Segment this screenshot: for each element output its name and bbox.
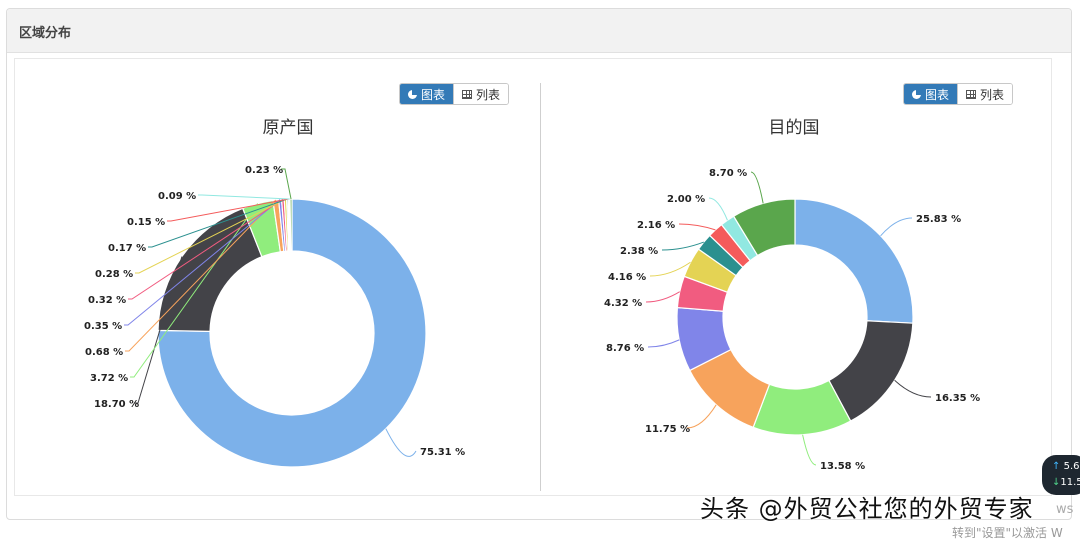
slice-data-label: 0.32 % — [88, 295, 126, 306]
slice-data-label: 8.70 % — [709, 168, 747, 179]
slice-data-label: 75.31 % — [420, 447, 465, 458]
slice-data-label: 0.23 % — [245, 165, 283, 176]
stock-widget[interactable]: ↑ 5.6 ↓11.5 — [1042, 455, 1080, 495]
slice-data-label: 0.35 % — [84, 321, 122, 332]
slice-data-label: 16.35 % — [935, 393, 980, 404]
slice-data-label: 4.16 % — [608, 272, 646, 283]
donut-charts: 75.31 % 18.70 % 3.72 % 0.68 % 0.35 % 0.32 % 0.… — [84, 165, 980, 472]
stock-up-value: 5.6 — [1063, 461, 1080, 472]
slice-data-label: 3.72 % — [90, 373, 128, 384]
leader-line — [880, 217, 913, 237]
leader-line — [385, 428, 417, 457]
slice-data-label: 8.76 % — [606, 343, 644, 354]
slice-data-label: 4.32 % — [604, 298, 642, 309]
slice-data-label: 25.83 % — [916, 214, 961, 225]
leader-line — [750, 171, 764, 204]
slice-data-label: 18.70 % — [94, 399, 139, 410]
slice-data-label: 0.28 % — [95, 269, 133, 280]
leader-line — [647, 339, 680, 348]
leader-line — [686, 404, 717, 429]
slice-data-label: 13.58 % — [820, 461, 865, 472]
slice-data-label: 2.16 % — [637, 220, 675, 231]
leader-line — [661, 241, 705, 251]
slice-data-label: 0.09 % — [158, 191, 196, 202]
leader-line — [708, 197, 728, 221]
leader-line — [649, 261, 691, 277]
donut-slice[interactable] — [794, 198, 914, 324]
slice-data-label: 2.00 % — [667, 194, 705, 205]
leader-line — [802, 434, 817, 466]
donut-chart-0: 75.31 % 18.70 % 3.72 % 0.68 % 0.35 % 0.32 % 0.… — [84, 165, 465, 468]
slice-data-label: 11.75 % — [645, 424, 690, 435]
stock-down-value: 11.5 — [1060, 477, 1080, 488]
slice-data-label: 2.38 % — [620, 246, 658, 257]
leader-line — [678, 223, 716, 231]
up-arrow-icon: ↑ — [1052, 461, 1061, 472]
leader-line — [198, 194, 290, 200]
donut-chart-1: 25.83 % 16.35 % 13.58 % 11.75 % 8.76 % 4.32 %… — [604, 168, 980, 472]
activation-ws-text: ws — [1056, 502, 1074, 517]
activation-hint: 转到"设置"以激活 W — [952, 526, 1063, 540]
slice-data-label: 0.17 % — [108, 243, 146, 254]
slice-data-label: 0.68 % — [85, 347, 123, 358]
leader-line — [894, 379, 932, 398]
donut-slice[interactable] — [289, 198, 293, 252]
watermark: 头条 @外贸公社您的外贸专家 — [700, 495, 1034, 523]
slice-data-label: 0.15 % — [127, 217, 165, 228]
leader-line — [645, 291, 681, 303]
